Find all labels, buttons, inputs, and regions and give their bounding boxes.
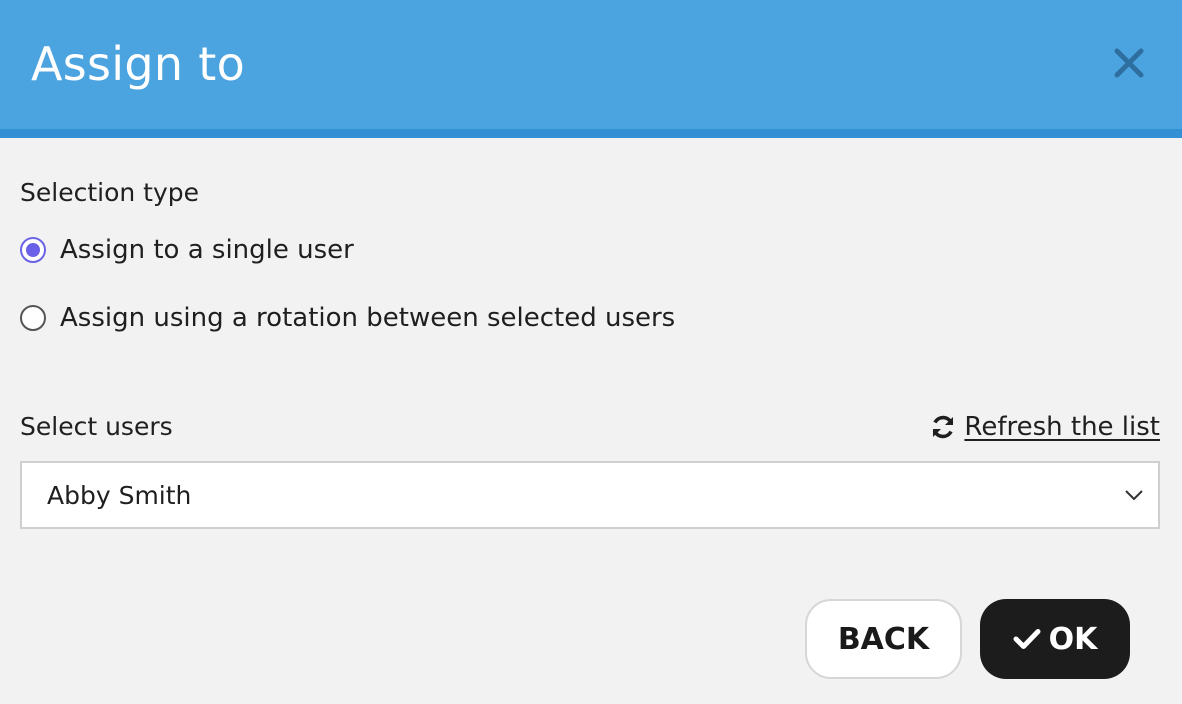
chevron-down-icon [1125, 490, 1143, 501]
refresh-list-label[interactable]: Refresh the list [964, 410, 1160, 444]
radio-single-user[interactable]: Assign to a single user [20, 233, 354, 267]
back-button-label: BACK [837, 621, 930, 657]
users-select[interactable]: Abby Smith [20, 461, 1160, 529]
check-icon [1013, 627, 1041, 651]
radio-label-rotation: Assign using a rotation between selected… [60, 303, 676, 333]
dialog-title: Assign to [31, 37, 246, 91]
radio-rotation[interactable]: Assign using a rotation between selected… [20, 301, 675, 335]
close-icon [1114, 48, 1144, 78]
radio-button-unchecked[interactable] [20, 305, 46, 331]
dialog-header: Assign to [0, 0, 1182, 138]
back-button[interactable]: BACK [805, 599, 962, 679]
selection-type-label: Selection type [20, 178, 200, 207]
ok-button[interactable]: OK [980, 599, 1130, 679]
close-button[interactable] [1104, 38, 1154, 88]
select-users-label: Select users [20, 412, 173, 441]
ok-button-label: OK [1048, 621, 1098, 657]
radio-button-checked[interactable] [20, 237, 46, 263]
radio-label-single-user: Assign to a single user [60, 235, 354, 265]
refresh-list-link[interactable]: Refresh the list [930, 410, 1160, 444]
users-select-value: Abby Smith [47, 481, 192, 510]
refresh-icon [933, 415, 954, 439]
